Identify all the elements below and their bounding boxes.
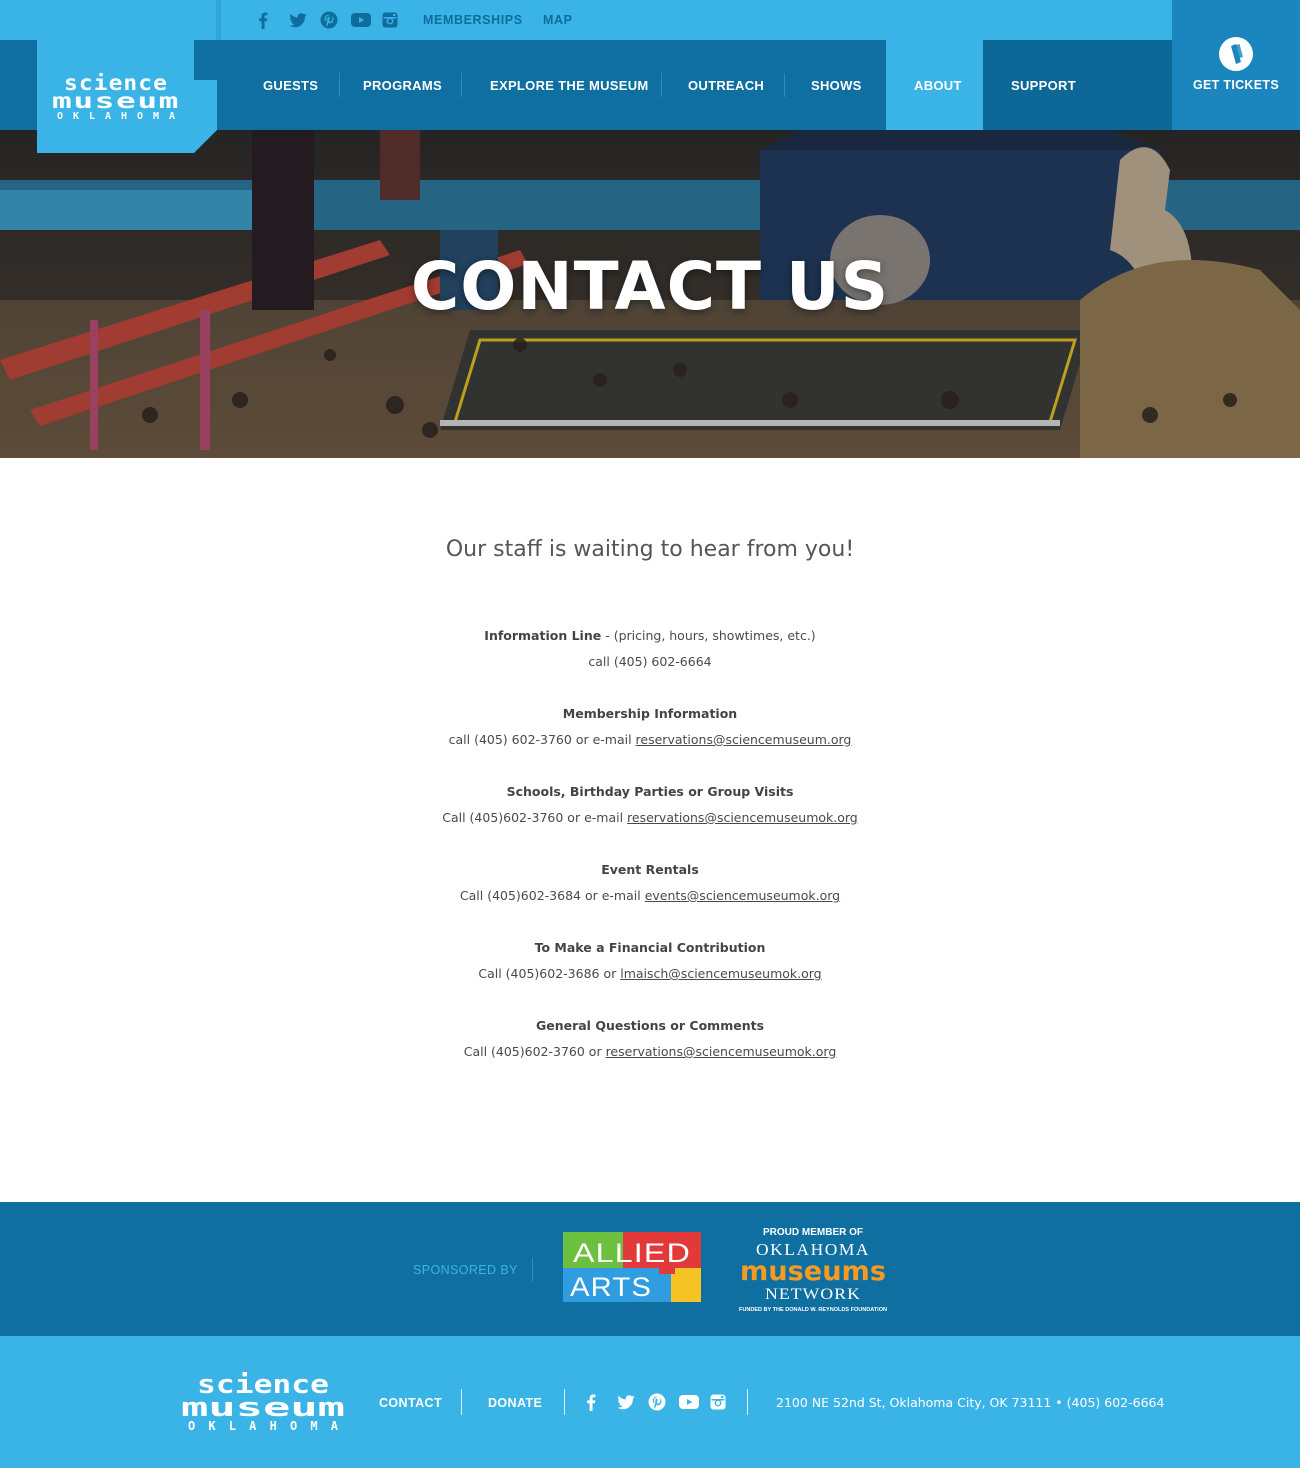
nav-divider [784,73,785,97]
ticket-icon [1219,37,1253,71]
footer-social-links [586,1392,741,1412]
main-navigation: GUESTS PROGRAMS EXPLORE THE MUSEUM OUTRE… [0,40,1300,170]
contact-section-title: Membership Information [562,706,738,721]
footer-logo[interactable]: science museum OKLAHOMA [181,1370,345,1437]
contact-section: Membership Information call (405) 602-37… [0,701,1300,753]
email-link[interactable]: lmaisch@sciencemuseumok.org [620,966,821,981]
email-link[interactable]: reservations@sciencemuseumok.org [627,810,858,825]
site-footer: science museum OKLAHOMA CONTACT DONATE 2… [0,1336,1300,1468]
tagline: Our staff is waiting to hear from you! [445,537,855,562]
contact-section-title: General Questions or Comments [535,1018,765,1033]
logo-strip [37,0,217,40]
facebook-icon[interactable] [258,10,289,30]
footer-donate-link[interactable]: DONATE [488,1396,542,1410]
nav-divider [339,73,340,97]
nav-guests[interactable]: GUESTS [263,40,318,130]
omn-header: PROUD MEMBER OF [763,1227,863,1238]
nav-shows[interactable]: SHOWS [811,40,862,130]
footer-logo-line-2: museum [181,1393,345,1423]
instagram-icon[interactable] [710,1392,741,1412]
footer-divider [564,1389,565,1415]
allied-arts-line-1: ALLIED [573,1238,691,1268]
twitter-icon[interactable] [617,1392,648,1412]
email-link[interactable]: events@sciencemuseumok.org [645,888,840,903]
footer-divider [747,1389,748,1415]
email-link[interactable]: reservations@sciencemuseumok.org [606,1044,837,1059]
utility-bar: MEMBERSHIPS MAP [0,0,1300,40]
site-logo[interactable]: science museum OKLAHOMA [37,40,194,153]
nav-about[interactable]: ABOUT [914,40,962,130]
contact-section-title: Event Rentals [601,862,699,877]
omn-line-2: museums [740,1256,886,1287]
page-title: CONTACT US [410,248,890,325]
footer-divider [461,1389,462,1415]
contact-section-note: - (pricing, hours, showtimes, etc.) [601,628,816,643]
get-tickets-label: GET TICKETS [1193,78,1279,92]
contact-section: General Questions or Comments Call (405)… [0,1013,1300,1065]
nav-divider [461,73,462,97]
sponsor-bar: SPONSORED BY ALLIED ARTS PROUD MEMBER OF… [0,1202,1300,1336]
nav-divider [661,73,662,97]
youtube-icon[interactable] [679,1392,710,1412]
map-link[interactable]: MAP [543,13,573,27]
omn-footer: FUNDED BY THE DONALD W. REYNOLDS FOUNDAT… [739,1307,887,1313]
contact-section-title: Schools, Birthday Parties or Group Visit… [506,784,794,799]
nav-programs[interactable]: PROGRAMS [363,40,442,130]
logo-corner-tab [194,130,217,153]
main-content: Our staff is waiting to hear from you! I… [0,458,1300,1202]
contact-section-line: Call (405)602-3760 or e-mail [442,810,628,825]
footer-contact-link[interactable]: CONTACT [379,1396,442,1410]
contact-section: To Make a Financial Contribution Call (4… [0,935,1300,987]
omn-line-3: NETWORK [765,1286,861,1303]
hero-banner: CONTACT US [0,130,1300,458]
contact-section-line: Call (405)602-3686 or [478,966,621,981]
sponsored-by-label: SPONSORED BY [413,1263,518,1277]
contact-section-line: call (405) 602-6664 [588,654,712,669]
contact-section-title: To Make a Financial Contribution [534,940,766,955]
contact-section-line: call (405) 602-3760 or e-mail [448,732,636,747]
twitter-icon[interactable] [289,10,320,30]
contact-section-line: Call (405)602-3684 or e-mail [459,888,645,903]
email-link[interactable]: reservations@sciencemuseum.org [636,732,852,747]
facebook-icon[interactable] [586,1392,617,1412]
footer-address: 2100 NE 52nd St, Oklahoma City, OK 73111… [776,1395,1165,1410]
allied-arts-line-2: ARTS [570,1272,652,1302]
logo-line-2: museum [52,89,180,113]
nav-support[interactable]: SUPPORT [1011,40,1076,130]
oklahoma-museums-network-logo[interactable]: PROUD MEMBER OF OKLAHOMA museums NETWORK… [738,1224,890,1319]
utility-separator [216,0,221,40]
contact-section-title: Information Line [484,628,602,643]
youtube-icon[interactable] [351,10,382,30]
contact-section: Event Rentals Call (405)602-3684 or e-ma… [0,857,1300,909]
contact-section: Information Line - (pricing, hours, show… [0,623,1300,675]
pinterest-icon[interactable] [320,10,351,30]
get-tickets-button[interactable]: GET TICKETS [1172,0,1300,130]
instagram-icon[interactable] [382,10,413,30]
nav-outreach[interactable]: OUTREACH [688,40,764,130]
memberships-link[interactable]: MEMBERSHIPS [423,13,523,27]
contact-section-line: Call (405)602-3760 or [463,1044,606,1059]
contact-section: Schools, Birthday Parties or Group Visit… [0,779,1300,831]
allied-arts-logo[interactable]: ALLIED ARTS [563,1232,701,1307]
pinterest-icon[interactable] [648,1392,679,1412]
sponsor-divider [532,1258,533,1282]
nav-explore-the-museum[interactable]: EXPLORE THE MUSEUM [490,40,649,130]
header-social-links [258,10,413,30]
